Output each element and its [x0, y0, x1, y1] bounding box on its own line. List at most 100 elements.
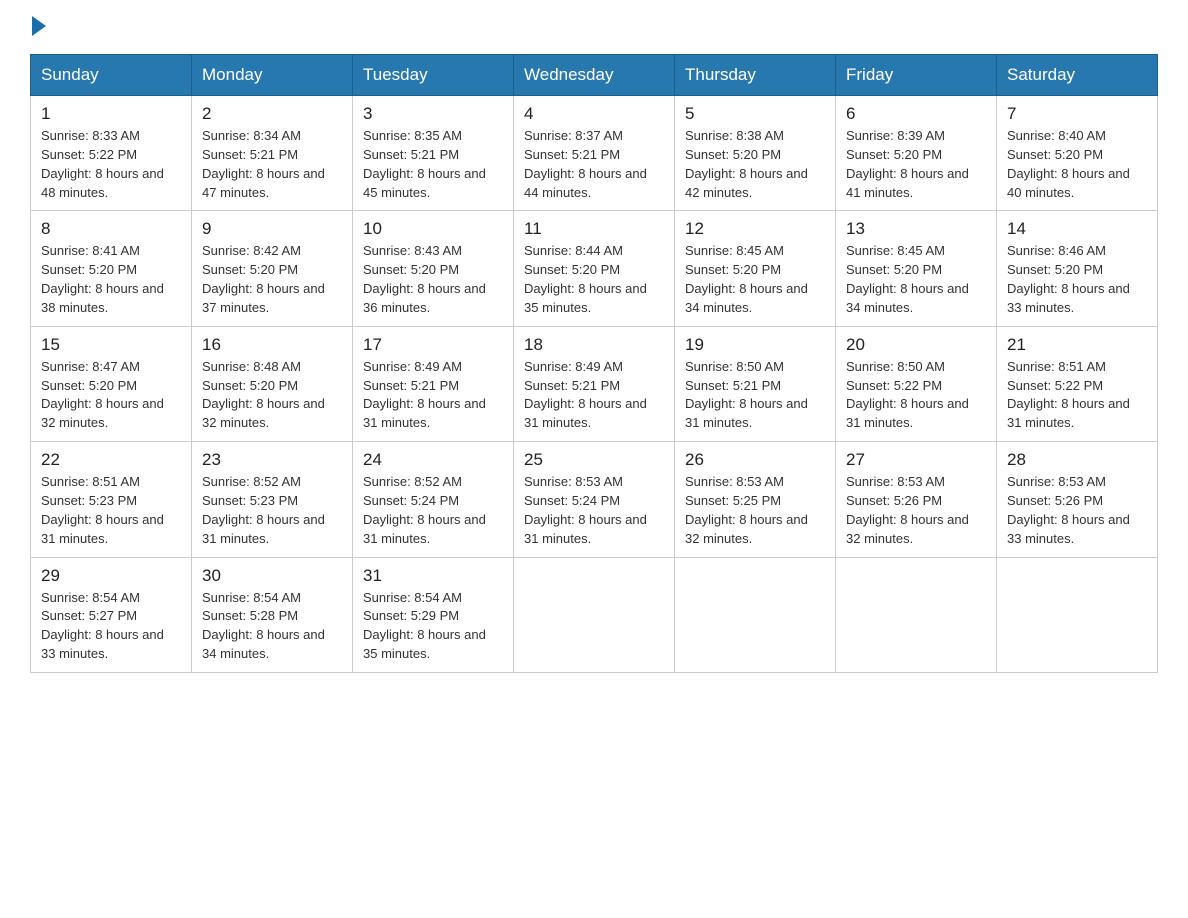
- day-info: Sunrise: 8:51 AMSunset: 5:23 PMDaylight:…: [41, 474, 164, 546]
- calendar-week-row: 22 Sunrise: 8:51 AMSunset: 5:23 PMDaylig…: [31, 442, 1158, 557]
- header-thursday: Thursday: [675, 55, 836, 96]
- header-monday: Monday: [192, 55, 353, 96]
- day-info: Sunrise: 8:54 AMSunset: 5:29 PMDaylight:…: [363, 590, 486, 662]
- day-info: Sunrise: 8:34 AMSunset: 5:21 PMDaylight:…: [202, 128, 325, 200]
- day-info: Sunrise: 8:45 AMSunset: 5:20 PMDaylight:…: [846, 243, 969, 315]
- calendar-cell: [836, 557, 997, 672]
- calendar-week-row: 29 Sunrise: 8:54 AMSunset: 5:27 PMDaylig…: [31, 557, 1158, 672]
- day-info: Sunrise: 8:41 AMSunset: 5:20 PMDaylight:…: [41, 243, 164, 315]
- logo: [30, 20, 46, 36]
- calendar-cell: 9 Sunrise: 8:42 AMSunset: 5:20 PMDayligh…: [192, 211, 353, 326]
- calendar-cell: 29 Sunrise: 8:54 AMSunset: 5:27 PMDaylig…: [31, 557, 192, 672]
- day-number: 17: [363, 335, 503, 355]
- day-number: 6: [846, 104, 986, 124]
- calendar-week-row: 1 Sunrise: 8:33 AMSunset: 5:22 PMDayligh…: [31, 96, 1158, 211]
- calendar-cell: 28 Sunrise: 8:53 AMSunset: 5:26 PMDaylig…: [997, 442, 1158, 557]
- day-info: Sunrise: 8:43 AMSunset: 5:20 PMDaylight:…: [363, 243, 486, 315]
- calendar-cell: 12 Sunrise: 8:45 AMSunset: 5:20 PMDaylig…: [675, 211, 836, 326]
- calendar-cell: 3 Sunrise: 8:35 AMSunset: 5:21 PMDayligh…: [353, 96, 514, 211]
- header-saturday: Saturday: [997, 55, 1158, 96]
- calendar-cell: 25 Sunrise: 8:53 AMSunset: 5:24 PMDaylig…: [514, 442, 675, 557]
- calendar-cell: 27 Sunrise: 8:53 AMSunset: 5:26 PMDaylig…: [836, 442, 997, 557]
- day-number: 16: [202, 335, 342, 355]
- day-number: 30: [202, 566, 342, 586]
- day-info: Sunrise: 8:39 AMSunset: 5:20 PMDaylight:…: [846, 128, 969, 200]
- day-number: 24: [363, 450, 503, 470]
- day-number: 10: [363, 219, 503, 239]
- day-info: Sunrise: 8:53 AMSunset: 5:26 PMDaylight:…: [846, 474, 969, 546]
- day-info: Sunrise: 8:52 AMSunset: 5:23 PMDaylight:…: [202, 474, 325, 546]
- day-info: Sunrise: 8:53 AMSunset: 5:26 PMDaylight:…: [1007, 474, 1130, 546]
- header-sunday: Sunday: [31, 55, 192, 96]
- day-info: Sunrise: 8:53 AMSunset: 5:24 PMDaylight:…: [524, 474, 647, 546]
- calendar-cell: 6 Sunrise: 8:39 AMSunset: 5:20 PMDayligh…: [836, 96, 997, 211]
- day-number: 15: [41, 335, 181, 355]
- header-tuesday: Tuesday: [353, 55, 514, 96]
- day-number: 3: [363, 104, 503, 124]
- calendar-cell: 23 Sunrise: 8:52 AMSunset: 5:23 PMDaylig…: [192, 442, 353, 557]
- calendar-header-row: SundayMondayTuesdayWednesdayThursdayFrid…: [31, 55, 1158, 96]
- calendar-cell: 16 Sunrise: 8:48 AMSunset: 5:20 PMDaylig…: [192, 326, 353, 441]
- calendar-cell: 2 Sunrise: 8:34 AMSunset: 5:21 PMDayligh…: [192, 96, 353, 211]
- day-number: 9: [202, 219, 342, 239]
- calendar-cell: 24 Sunrise: 8:52 AMSunset: 5:24 PMDaylig…: [353, 442, 514, 557]
- day-number: 28: [1007, 450, 1147, 470]
- calendar-cell: [997, 557, 1158, 672]
- calendar-cell: 22 Sunrise: 8:51 AMSunset: 5:23 PMDaylig…: [31, 442, 192, 557]
- day-info: Sunrise: 8:47 AMSunset: 5:20 PMDaylight:…: [41, 359, 164, 431]
- day-info: Sunrise: 8:45 AMSunset: 5:20 PMDaylight:…: [685, 243, 808, 315]
- page-header: [30, 20, 1158, 36]
- calendar-cell: 13 Sunrise: 8:45 AMSunset: 5:20 PMDaylig…: [836, 211, 997, 326]
- day-number: 21: [1007, 335, 1147, 355]
- day-info: Sunrise: 8:44 AMSunset: 5:20 PMDaylight:…: [524, 243, 647, 315]
- day-info: Sunrise: 8:46 AMSunset: 5:20 PMDaylight:…: [1007, 243, 1130, 315]
- day-info: Sunrise: 8:40 AMSunset: 5:20 PMDaylight:…: [1007, 128, 1130, 200]
- day-number: 22: [41, 450, 181, 470]
- calendar-cell: 8 Sunrise: 8:41 AMSunset: 5:20 PMDayligh…: [31, 211, 192, 326]
- calendar-cell: 14 Sunrise: 8:46 AMSunset: 5:20 PMDaylig…: [997, 211, 1158, 326]
- calendar-cell: 15 Sunrise: 8:47 AMSunset: 5:20 PMDaylig…: [31, 326, 192, 441]
- calendar-cell: [514, 557, 675, 672]
- calendar-week-row: 15 Sunrise: 8:47 AMSunset: 5:20 PMDaylig…: [31, 326, 1158, 441]
- calendar-cell: 19 Sunrise: 8:50 AMSunset: 5:21 PMDaylig…: [675, 326, 836, 441]
- day-number: 20: [846, 335, 986, 355]
- day-info: Sunrise: 8:35 AMSunset: 5:21 PMDaylight:…: [363, 128, 486, 200]
- day-info: Sunrise: 8:48 AMSunset: 5:20 PMDaylight:…: [202, 359, 325, 431]
- calendar-cell: 20 Sunrise: 8:50 AMSunset: 5:22 PMDaylig…: [836, 326, 997, 441]
- calendar-cell: 10 Sunrise: 8:43 AMSunset: 5:20 PMDaylig…: [353, 211, 514, 326]
- header-friday: Friday: [836, 55, 997, 96]
- day-number: 23: [202, 450, 342, 470]
- day-number: 11: [524, 219, 664, 239]
- calendar-cell: 17 Sunrise: 8:49 AMSunset: 5:21 PMDaylig…: [353, 326, 514, 441]
- calendar-cell: 1 Sunrise: 8:33 AMSunset: 5:22 PMDayligh…: [31, 96, 192, 211]
- calendar-cell: 5 Sunrise: 8:38 AMSunset: 5:20 PMDayligh…: [675, 96, 836, 211]
- day-info: Sunrise: 8:49 AMSunset: 5:21 PMDaylight:…: [363, 359, 486, 431]
- calendar-week-row: 8 Sunrise: 8:41 AMSunset: 5:20 PMDayligh…: [31, 211, 1158, 326]
- day-number: 8: [41, 219, 181, 239]
- day-info: Sunrise: 8:49 AMSunset: 5:21 PMDaylight:…: [524, 359, 647, 431]
- day-info: Sunrise: 8:52 AMSunset: 5:24 PMDaylight:…: [363, 474, 486, 546]
- day-number: 26: [685, 450, 825, 470]
- day-number: 31: [363, 566, 503, 586]
- calendar-cell: 26 Sunrise: 8:53 AMSunset: 5:25 PMDaylig…: [675, 442, 836, 557]
- day-number: 7: [1007, 104, 1147, 124]
- calendar-cell: 31 Sunrise: 8:54 AMSunset: 5:29 PMDaylig…: [353, 557, 514, 672]
- day-info: Sunrise: 8:54 AMSunset: 5:28 PMDaylight:…: [202, 590, 325, 662]
- logo-arrow-icon: [32, 16, 46, 36]
- day-info: Sunrise: 8:42 AMSunset: 5:20 PMDaylight:…: [202, 243, 325, 315]
- day-info: Sunrise: 8:53 AMSunset: 5:25 PMDaylight:…: [685, 474, 808, 546]
- day-number: 13: [846, 219, 986, 239]
- day-number: 5: [685, 104, 825, 124]
- calendar-cell: [675, 557, 836, 672]
- calendar-cell: 21 Sunrise: 8:51 AMSunset: 5:22 PMDaylig…: [997, 326, 1158, 441]
- day-number: 12: [685, 219, 825, 239]
- header-wednesday: Wednesday: [514, 55, 675, 96]
- day-info: Sunrise: 8:37 AMSunset: 5:21 PMDaylight:…: [524, 128, 647, 200]
- day-number: 25: [524, 450, 664, 470]
- calendar-cell: 4 Sunrise: 8:37 AMSunset: 5:21 PMDayligh…: [514, 96, 675, 211]
- day-number: 18: [524, 335, 664, 355]
- calendar-table: SundayMondayTuesdayWednesdayThursdayFrid…: [30, 54, 1158, 673]
- day-number: 1: [41, 104, 181, 124]
- day-number: 19: [685, 335, 825, 355]
- day-number: 27: [846, 450, 986, 470]
